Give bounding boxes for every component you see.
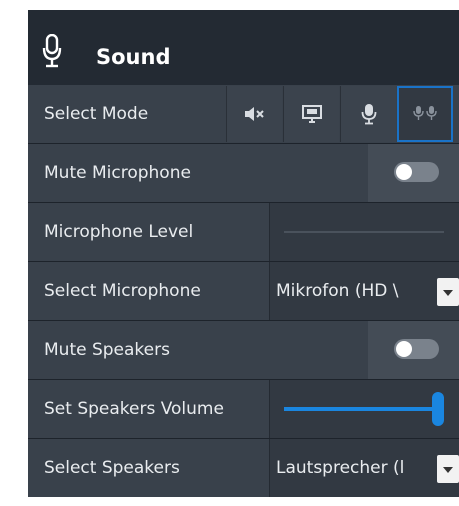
- mode-mute-button[interactable]: [226, 86, 282, 142]
- row-label: Select Microphone: [28, 262, 270, 320]
- slider-fill: [284, 407, 438, 411]
- row-microphone-level: Microphone Level: [28, 203, 459, 262]
- row-label: Select Speakers: [28, 439, 270, 497]
- speaker-mute-icon: [244, 107, 264, 121]
- row-select-mode: Select Mode: [28, 85, 459, 144]
- row-mute-speakers: Mute Speakers: [28, 321, 459, 380]
- mute-speakers-toggle[interactable]: [394, 339, 439, 359]
- mute-microphone-label: Mute Microphone: [44, 163, 191, 183]
- mode-selector: [226, 85, 459, 143]
- select-speakers-label: Select Speakers: [44, 458, 180, 478]
- settings-list: Select Mode Mute Microphone Microphone L…: [28, 85, 459, 497]
- mode-microphone-button[interactable]: [340, 86, 396, 142]
- toggle-knob: [396, 341, 412, 357]
- toggle-knob: [396, 164, 412, 180]
- control-cell: [270, 203, 459, 261]
- row-label: Microphone Level: [28, 203, 270, 261]
- speakers-dropdown-value: Lautsprecher (l: [276, 458, 405, 478]
- slider-thumb[interactable]: [432, 392, 444, 426]
- speakers-volume-label: Set Speakers Volume: [44, 399, 224, 419]
- row-speakers-volume: Set Speakers Volume: [28, 380, 459, 439]
- microphone-level-meter: [284, 230, 444, 234]
- row-select-microphone: Select Microphone Mikrofon (HD \: [28, 262, 459, 321]
- chevron-down-icon[interactable]: [437, 455, 459, 483]
- toggle-container: [368, 321, 459, 379]
- toggle-container: [368, 144, 459, 202]
- row-label: Mute Speakers: [28, 321, 368, 379]
- mute-speakers-label: Mute Speakers: [44, 340, 170, 360]
- row-select-speakers: Select Speakers Lautsprecher (l: [28, 439, 459, 497]
- control-cell: Lautsprecher (l: [270, 439, 459, 497]
- row-label: Set Speakers Volume: [28, 380, 270, 438]
- chevron-down-icon[interactable]: [437, 278, 459, 306]
- page-title: Sound: [96, 45, 171, 69]
- panel-header: Sound: [28, 10, 459, 85]
- mode-dual-microphone-button[interactable]: [397, 86, 453, 142]
- sound-panel: Sound Select Mode Mute Microphone Microp…: [28, 10, 459, 497]
- microphone-level-label: Microphone Level: [44, 222, 194, 242]
- control-cell: [270, 380, 459, 438]
- microphone-dropdown[interactable]: Mikrofon (HD \: [270, 262, 459, 320]
- screen-share-icon: [301, 105, 322, 123]
- microphone-dropdown-value: Mikrofon (HD \: [276, 281, 399, 301]
- level-track: [284, 231, 444, 233]
- row-label: Mute Microphone: [28, 144, 368, 202]
- row-mute-microphone: Mute Microphone: [28, 144, 459, 203]
- speakers-volume-slider[interactable]: [284, 392, 444, 426]
- select-microphone-label: Select Microphone: [44, 281, 201, 301]
- microphone-icon: [361, 104, 376, 125]
- microphone-icon: [42, 34, 62, 68]
- dual-microphone-icon: [413, 106, 437, 120]
- select-mode-label: Select Mode: [44, 104, 149, 124]
- mute-microphone-toggle[interactable]: [394, 162, 439, 182]
- speakers-dropdown[interactable]: Lautsprecher (l: [270, 439, 459, 497]
- mode-screen-button[interactable]: [283, 86, 339, 142]
- control-cell: Mikrofon (HD \: [270, 262, 459, 320]
